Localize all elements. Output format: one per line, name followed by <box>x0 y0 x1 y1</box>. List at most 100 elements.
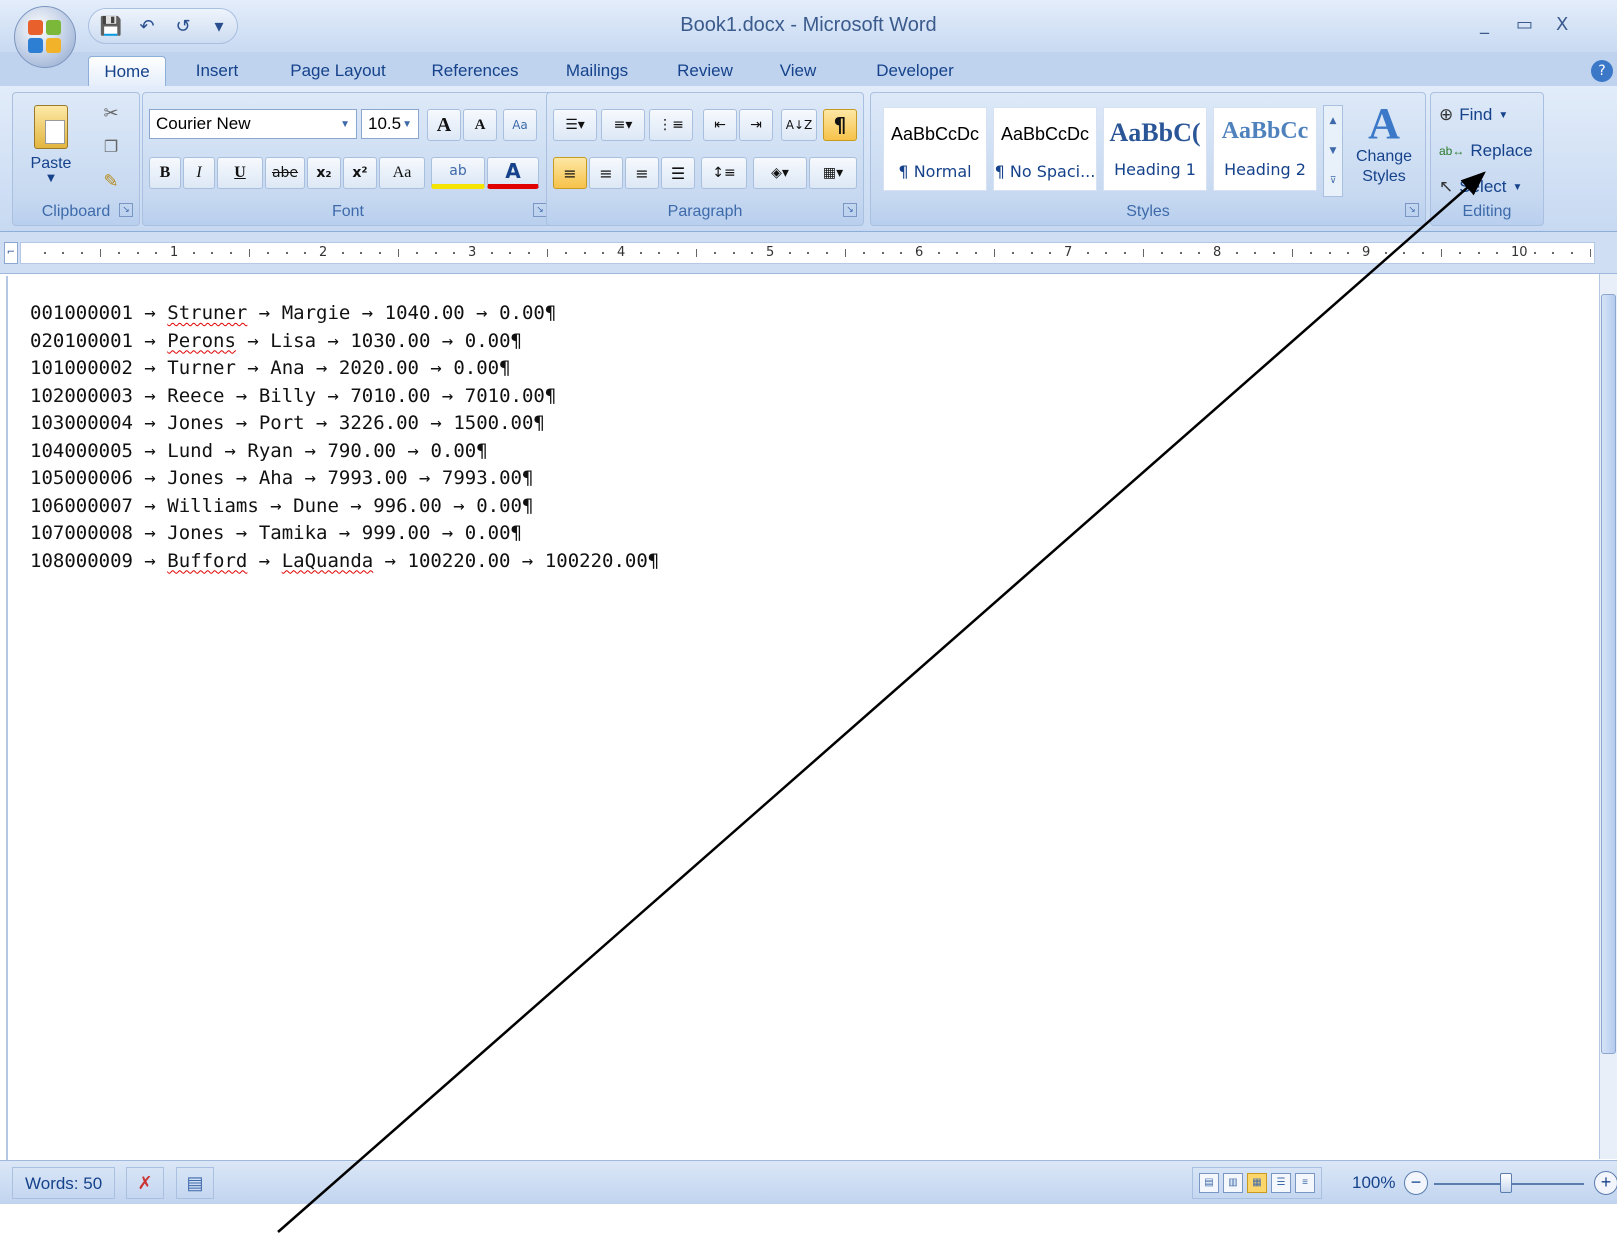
ruler-tick <box>1459 252 1462 254</box>
paste-button[interactable]: Paste ▼ <box>23 99 79 195</box>
tab-references[interactable]: References <box>420 56 530 88</box>
cut-icon[interactable]: ✂ <box>99 103 123 127</box>
document-line[interactable]: 020100001 → Perons → Lisa → 1030.00 → 0.… <box>30 328 659 356</box>
horizontal-ruler[interactable]: ⌐ 1 2 3 4 5 6 7 8 9 10 <box>0 232 1617 274</box>
tab-mailings[interactable]: Mailings <box>552 56 642 88</box>
justify-button[interactable]: ☰ <box>661 157 695 189</box>
styles-scroll[interactable]: ▲ ▼ ⊽ <box>1323 105 1343 197</box>
macro-recording-icon[interactable]: ▤ <box>176 1167 214 1199</box>
paragraph-launcher-icon[interactable]: ↘ <box>843 203 857 217</box>
align-center-button[interactable]: ≡ <box>589 157 623 189</box>
style-heading-2[interactable]: AaBbCc Heading 2 <box>1213 107 1317 191</box>
find-button[interactable]: ⊕ Find ▼ <box>1439 101 1508 129</box>
outline-view-icon[interactable]: ☰ <box>1271 1173 1291 1193</box>
document-line[interactable]: 106000007 → Williams → Dune → 996.00 → 0… <box>30 493 659 521</box>
superscript-button[interactable]: x² <box>343 157 377 189</box>
document-field: Jones <box>167 467 225 489</box>
tab-insert[interactable]: Insert <box>182 56 252 88</box>
document-line[interactable]: 104000005 → Lund → Ryan → 790.00 → 0.00¶ <box>30 438 659 466</box>
help-icon[interactable]: ? <box>1591 60 1613 82</box>
font-color-button[interactable]: A <box>487 157 539 189</box>
ruler-tick <box>527 252 530 254</box>
zoom-level[interactable]: 100% <box>1352 1173 1395 1193</box>
tab-developer[interactable]: Developer <box>860 56 970 88</box>
style-name: Heading 1 <box>1114 160 1196 179</box>
full-screen-reading-view-icon[interactable]: ▥ <box>1223 1173 1243 1193</box>
change-styles-button[interactable]: A Change Styles <box>1349 101 1419 201</box>
word-count[interactable]: Words: 50 <box>12 1167 116 1199</box>
multilevel-list-button[interactable]: ⋮≡ <box>649 109 693 141</box>
align-right-button[interactable]: ≡ <box>625 157 659 189</box>
document-line[interactable]: 103000004 → Jones → Port → 3226.00 → 150… <box>30 410 659 438</box>
style-no-spacing[interactable]: AaBbCcDc ¶ No Spaci... <box>993 107 1097 191</box>
styles-launcher-icon[interactable]: ↘ <box>1405 203 1419 217</box>
style-name: ¶ No Spaci... <box>994 162 1096 181</box>
numbering-button[interactable]: ≡▾ <box>601 109 645 141</box>
tab-mark: → <box>132 522 168 544</box>
print-layout-view-icon[interactable]: ▤ <box>1199 1173 1219 1193</box>
document-line[interactable]: 107000008 → Jones → Tamika → 999.00 → 0.… <box>30 520 659 548</box>
minimize-button[interactable]: _ <box>1480 14 1489 35</box>
zoom-out-button[interactable]: − <box>1404 1171 1428 1195</box>
subscript-button[interactable]: x₂ <box>307 157 341 189</box>
clipboard-launcher-icon[interactable]: ↘ <box>119 203 133 217</box>
tab-page-layout[interactable]: Page Layout <box>278 56 398 88</box>
style-heading-1[interactable]: AaBbC( Heading 1 <box>1103 107 1207 191</box>
document-line[interactable]: 102000003 → Reece → Billy → 7010.00 → 70… <box>30 383 659 411</box>
document-page[interactable]: 001000001 → Struner → Margie → 1040.00 →… <box>6 276 1606 1196</box>
show-formatting-button[interactable]: ¶ <box>823 109 857 141</box>
align-left-button[interactable]: ≡ <box>553 157 587 189</box>
replace-button[interactable]: ab↔ Replace <box>1439 137 1533 165</box>
select-button[interactable]: ↖ Select ▼ <box>1439 173 1522 201</box>
document-line[interactable]: 001000001 → Struner → Margie → 1040.00 →… <box>30 300 659 328</box>
font-name-combo[interactable]: Courier New ▼ <box>149 109 357 139</box>
font-launcher-icon[interactable]: ↘ <box>533 203 547 217</box>
tab-view[interactable]: View <box>768 56 828 88</box>
document-line[interactable]: 101000002 → Turner → Ana → 2020.00 → 0.0… <box>30 355 659 383</box>
document-body[interactable]: 001000001 → Struner → Margie → 1040.00 →… <box>30 300 659 575</box>
proofing-errors-icon[interactable]: ✗ <box>126 1167 164 1199</box>
web-layout-view-icon[interactable]: ▦ <box>1247 1173 1267 1193</box>
copy-icon[interactable]: ❐ <box>99 137 123 161</box>
sort-button[interactable]: A↓Z <box>781 109 817 141</box>
italic-button[interactable]: I <box>183 157 215 189</box>
ruler-tick <box>1179 252 1182 254</box>
ruler-number: 7 <box>1064 245 1073 260</box>
zoom-slider-thumb[interactable] <box>1500 1173 1512 1193</box>
underline-button[interactable]: U <box>217 157 263 189</box>
format-painter-icon[interactable]: ✎ <box>99 171 123 195</box>
strikethrough-button[interactable]: abe <box>265 157 305 189</box>
document-line[interactable]: 105000006 → Jones → Aha → 7993.00 → 7993… <box>30 465 659 493</box>
change-case-button[interactable]: Aa <box>379 157 425 189</box>
increase-indent-button[interactable]: ⇥ <box>739 109 773 141</box>
document-line[interactable]: 108000009 → Bufford → LaQuanda → 100220.… <box>30 548 659 576</box>
shrink-font-button[interactable]: A <box>463 109 497 141</box>
restore-button[interactable]: ▭ <box>1516 14 1533 35</box>
draft-view-icon[interactable]: ≡ <box>1295 1173 1315 1193</box>
zoom-in-button[interactable]: + <box>1594 1171 1617 1195</box>
borders-button[interactable]: ▦▾ <box>809 157 857 189</box>
scrollbar-thumb[interactable] <box>1601 294 1616 1054</box>
decrease-indent-button[interactable]: ⇤ <box>703 109 737 141</box>
tab-review[interactable]: Review <box>664 56 746 88</box>
style-normal[interactable]: AaBbCcDc ¶ Normal <box>883 107 987 191</box>
tab-home[interactable]: Home <box>88 56 166 88</box>
office-button[interactable] <box>14 6 76 68</box>
document-field: Tamika <box>258 522 328 544</box>
ruler-tick <box>453 252 456 254</box>
paragraph-mark: ¶ <box>544 302 557 324</box>
line-spacing-button[interactable]: ↕≡ <box>701 157 747 189</box>
grow-font-button[interactable]: A <box>427 109 461 141</box>
vertical-scrollbar[interactable] <box>1599 274 1617 1159</box>
paragraph-mark: ¶ <box>521 494 534 517</box>
bullets-button[interactable]: ☰▾ <box>553 109 597 141</box>
shading-button[interactable]: ◈▾ <box>753 157 807 189</box>
close-button[interactable]: X <box>1556 14 1568 35</box>
bold-button[interactable]: B <box>149 157 181 189</box>
highlight-button[interactable]: ab <box>431 157 485 189</box>
ruler-tick <box>1496 252 1499 254</box>
clear-formatting-button[interactable]: Aa <box>503 109 537 141</box>
font-size-combo[interactable]: 10.5 ▼ <box>361 109 419 139</box>
document-field: 999.00 <box>361 522 431 544</box>
tab-selector-icon[interactable]: ⌐ <box>4 242 18 264</box>
